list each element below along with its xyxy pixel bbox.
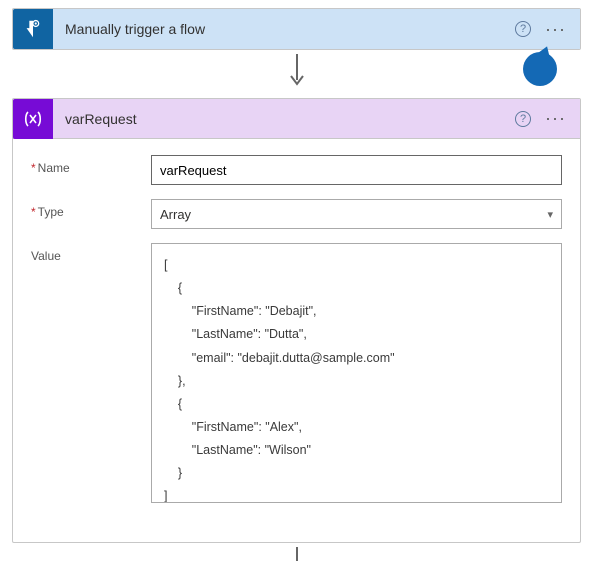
action-card: varRequest ? ··· *Name *Type Array ▾ Val…	[12, 98, 581, 543]
trigger-card: Manually trigger a flow ? ···	[12, 8, 581, 50]
type-select[interactable]: Array ▾	[151, 199, 562, 229]
more-icon[interactable]: ···	[539, 19, 572, 40]
name-input[interactable]	[151, 155, 562, 185]
help-icon[interactable]: ?	[515, 111, 531, 127]
trigger-icon	[13, 9, 53, 49]
type-label: *Type	[31, 199, 151, 219]
value-label: Value	[31, 243, 151, 263]
new-step-droplet-icon[interactable]	[523, 52, 557, 86]
name-label: *Name	[31, 155, 151, 175]
type-row: *Type Array ▾	[31, 199, 562, 229]
chevron-down-icon: ▾	[547, 208, 553, 221]
trigger-header[interactable]: Manually trigger a flow ? ···	[13, 9, 580, 49]
value-textarea[interactable]	[151, 243, 562, 503]
value-row: Value	[31, 243, 562, 506]
trigger-title: Manually trigger a flow	[53, 21, 515, 37]
help-icon[interactable]: ?	[515, 21, 531, 37]
action-header[interactable]: varRequest ? ···	[13, 99, 580, 139]
action-title: varRequest	[53, 111, 515, 127]
trailing-connector	[0, 547, 593, 561]
action-body: *Name *Type Array ▾ Value	[13, 139, 580, 542]
more-icon[interactable]: ···	[539, 108, 572, 129]
variable-icon	[13, 99, 53, 139]
type-selected-value: Array	[160, 207, 191, 222]
name-row: *Name	[31, 155, 562, 185]
connector-arrow	[0, 54, 593, 90]
